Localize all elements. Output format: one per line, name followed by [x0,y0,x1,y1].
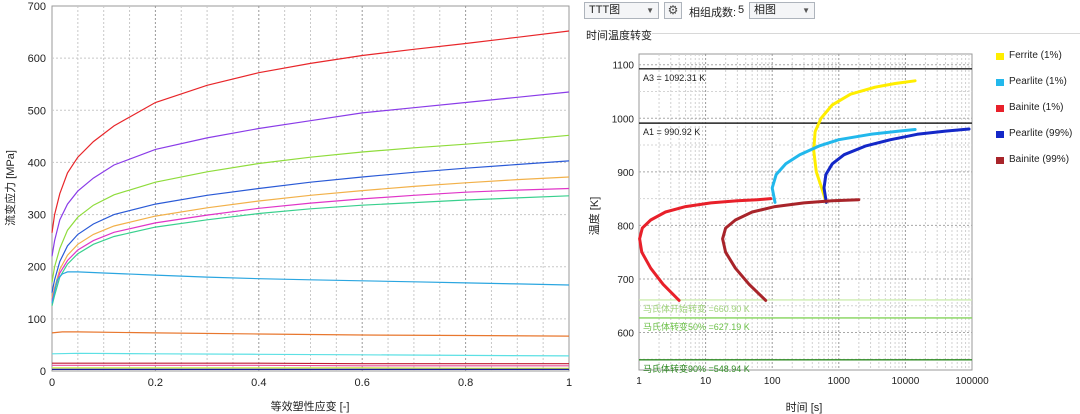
legend-item: Bainite (1%) [996,102,1080,128]
y-tick-label: 500 [28,105,46,117]
legend-swatch [996,131,1004,138]
legend-swatch [996,157,1004,164]
x-tick-label: 1 [566,377,572,389]
legend-swatch [996,79,1004,86]
flow-stress-chart: 0 0.2 0.4 0.6 0.8 1 0 100 200 300 400 500 600 700 等效塑… [3,1,572,413]
reference-label: 马氏体转变90% =548.94 K [643,363,750,374]
y-tick-label: 1000 [612,114,635,125]
reference-label: A3 = 1092.31 K [643,73,705,83]
y-tick-label: 0 [40,366,46,378]
y-tick-label: 1100 [612,61,634,72]
legend-label: Pearlite (99%) [1009,128,1073,139]
x-tick-label: 0.6 [355,377,370,389]
x-tick-label: 0.2 [148,377,163,389]
legend-label: Pearlite (1%) [1009,76,1067,87]
legend-item: Bainite (99%) [996,154,1080,180]
legend-swatch [996,105,1004,112]
x-tick-label: 10000 [891,376,919,387]
legend-label: Bainite (99%) [1009,154,1070,165]
y-tick-label: 900 [617,168,634,179]
y-tick-label: 600 [617,329,634,340]
ttt-chart: A3 = 1092.31 K A1 = 990.92 K 马氏体开始转变 =660.… [587,53,989,414]
phase-view-select[interactable]: 相图 ▼ [749,2,815,19]
x-tick-label: 1 [636,376,642,387]
x-tick-label: 1000 [828,376,851,387]
legend-label: Ferrite (1%) [1009,50,1062,61]
y-tick-label: 300 [28,210,46,222]
diagram-type-value: TTT图 [589,4,621,16]
y-axis-label: 流变应力 [MPa] [3,150,17,226]
toolbar: TTT图 ▼ ⚙ 相组成数: 5 相图 ▼ [584,0,1080,22]
y-tick-label: 700 [28,1,46,13]
phase-count-label: 相组成数: [689,7,737,19]
y-tick-label: 800 [617,221,634,232]
y-tick-label: 600 [28,53,46,65]
gear-icon[interactable]: ⚙ [664,2,682,19]
reference-label: 马氏体开始转变 =660.90 K [643,303,750,314]
legend-item: Pearlite (1%) [996,76,1080,102]
section-divider [652,33,1080,34]
y-tick-label: 400 [28,157,46,169]
legend-label: Bainite (1%) [1009,102,1064,113]
y-tick-label: 700 [617,275,634,286]
phase-view-value: 相图 [754,4,776,16]
legend-item: Ferrite (1%) [996,50,1080,76]
x-tick-label: 0.8 [458,377,473,389]
phase-count-value: 5 [738,4,745,16]
x-axis-label: 等效塑性应变 [-] [271,399,350,413]
x-tick-label: 0 [49,377,55,389]
series-line [52,364,569,367]
x-tick-label: 0.4 [251,377,266,389]
x-tick-label: 100000 [955,376,989,387]
series-line [52,362,569,365]
legend-swatch [996,53,1004,60]
legend-item: Pearlite (99%) [996,128,1080,154]
chevron-down-icon: ▼ [802,6,810,15]
reference-label: 马氏体转变50% =627.19 K [643,321,750,332]
series-line [52,367,569,369]
x-axis-label: 时间 [s] [786,401,823,414]
chevron-down-icon: ▼ [646,6,654,15]
plot-area [51,5,570,372]
y-tick-label: 100 [28,314,46,326]
x-tick-label: 100 [764,376,781,387]
reference-label: A1 = 990.92 K [643,127,700,137]
y-axis-label: 温度 [K] [587,197,601,236]
diagram-type-select[interactable]: TTT图 ▼ [584,2,659,19]
x-tick-label: 10 [700,376,712,387]
y-tick-label: 200 [28,262,46,274]
legend: Ferrite (1%) Pearlite (1%) Bainite (1%) Pea… [996,50,1080,180]
